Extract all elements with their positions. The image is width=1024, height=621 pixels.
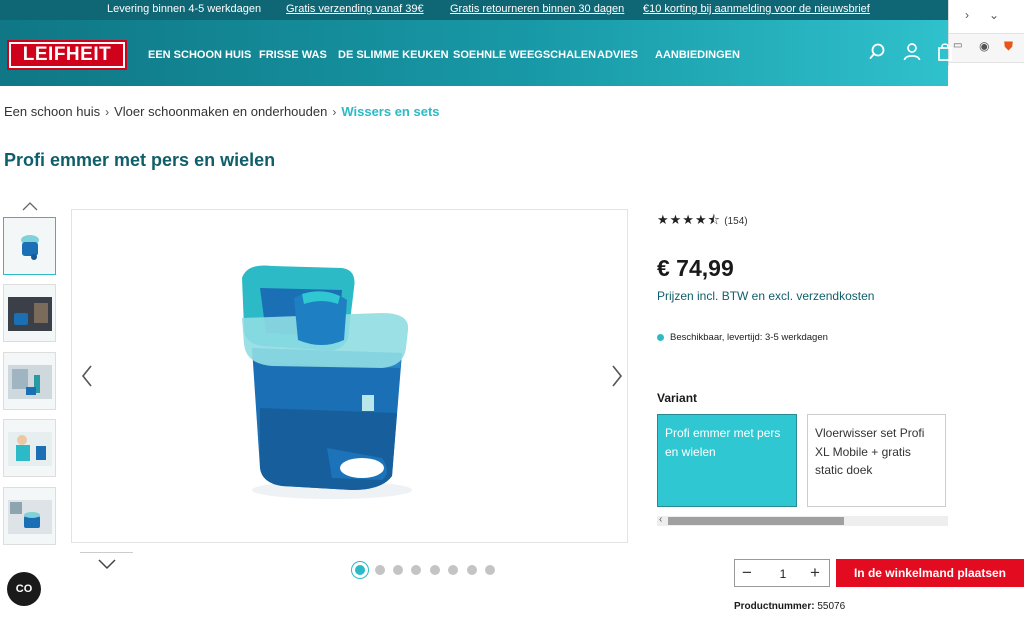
carousel-dot-3[interactable] [393, 565, 403, 575]
availability-status: Beschikbaar, levertijd: 3-5 werkdagen [657, 332, 828, 343]
availability-text: Beschikbaar, levertijd: 3-5 werkdagen [670, 332, 828, 343]
announcement-bar: Levering binnen 4-5 werkdagen Gratis ver… [0, 0, 948, 20]
chevron-right-icon: › [332, 105, 337, 119]
floor-photo-thumbnail [8, 500, 52, 534]
logo-text: LEIFHEIT [11, 44, 123, 66]
sku-label: Productnummer: [734, 601, 815, 612]
product-rating[interactable]: ★★★★⯪ (154) [657, 211, 748, 233]
quantity-decrease-button[interactable]: − [739, 563, 755, 583]
browser-chrome: › ⌄ ▭ ◉ ⛊ [948, 0, 1024, 66]
star-rating-icon: ★★★★⯪ [657, 212, 721, 227]
interior-photo-thumbnail [8, 365, 52, 399]
sku-value: 55076 [817, 601, 846, 612]
profile-icon[interactable]: ◉ [979, 39, 989, 53]
nav-aanbiedingen[interactable]: AANBIEDINGEN [655, 49, 740, 61]
brave-shield-icon[interactable]: ⛊ [1004, 39, 1013, 54]
quantity-increase-button[interactable]: + [807, 563, 823, 583]
account-icon[interactable] [902, 42, 922, 62]
chevron-down-icon[interactable] [97, 558, 117, 570]
breadcrumb-item[interactable]: Een schoon huis [4, 104, 100, 119]
breadcrumb-item[interactable]: Vloer schoonmaken en onderhouden [114, 104, 327, 119]
availability-dot-icon [657, 333, 664, 341]
variant-option[interactable]: Vloerwisser set Profi XL Mobile + gratis… [807, 414, 946, 507]
thumbnail-2[interactable] [3, 284, 56, 342]
rating-count: (154) [724, 216, 748, 227]
breadcrumb: Een schoon huis › Vloer schoonmaken en ond… [4, 104, 440, 119]
thumbnail-1[interactable] [3, 217, 56, 275]
previous-image-arrow-icon[interactable] [80, 364, 94, 388]
variant-option-selected[interactable]: Profi emmer met pers en wielen [657, 414, 797, 507]
chevron-right-icon: › [105, 105, 110, 119]
chevron-right-icon[interactable]: › [965, 8, 969, 22]
carousel-dot-4[interactable] [411, 565, 421, 575]
reader-icon[interactable]: ▭ [953, 40, 962, 51]
product-number: Productnummer: 55076 [734, 601, 845, 612]
breadcrumb-current[interactable]: Wissers en sets [341, 104, 439, 119]
chevron-up-icon[interactable] [21, 200, 39, 212]
carousel-dot-5[interactable] [430, 565, 440, 575]
newsletter-link[interactable]: €10 korting bij aanmelding voor de nieuw… [643, 3, 870, 15]
free-returns-link[interactable]: Gratis retourneren binnen 30 dagen [450, 3, 624, 15]
nav-soehnle-weegschalen[interactable]: SOEHNLE WEEGSCHALEN [453, 49, 596, 61]
variant-label: Variant [657, 391, 698, 405]
browser-toolbar: ▭ ◉ ⛊ [949, 33, 1024, 63]
cart-icon[interactable] [934, 42, 954, 62]
leifheit-logo[interactable]: LEIFHEIT [7, 40, 127, 70]
price-note: Prijzen incl. BTW en excl. verzendkosten [657, 289, 875, 303]
scroll-left-arrow-icon[interactable]: ‹ [659, 514, 662, 525]
carousel-dot-6[interactable] [448, 565, 458, 575]
quantity-input[interactable]: 1 [773, 567, 793, 581]
nav-frisse-was[interactable]: FRISSE WAS [259, 49, 327, 61]
room-photo-thumbnail [8, 297, 52, 331]
product-image-viewer[interactable] [71, 209, 628, 543]
carousel-dot-1[interactable] [352, 562, 368, 578]
page-title: Profi emmer met pers en wielen [4, 150, 276, 170]
search-icon[interactable] [869, 42, 889, 62]
thumbnail-3[interactable] [3, 352, 56, 410]
thumbnail-5[interactable] [3, 487, 56, 545]
next-image-arrow-icon[interactable] [610, 364, 624, 388]
carousel-dot-7[interactable] [467, 565, 477, 575]
quantity-stepper: − 1 + [734, 559, 830, 587]
thumbnail-4[interactable] [3, 419, 56, 477]
delivery-info: Levering binnen 4-5 werkdagen [107, 3, 262, 15]
person-cleaning-thumbnail [8, 432, 52, 466]
product-price: € 74,99 [657, 255, 734, 281]
scrollbar-thumb[interactable] [668, 517, 844, 525]
carousel-dot-2[interactable] [375, 565, 385, 575]
bucket-thumbnail-image [21, 235, 39, 260]
free-shipping-link[interactable]: Gratis verzending vanaf 39€ [286, 3, 424, 15]
nav-de-slimme-keuken[interactable]: DE SLIMME KEUKEN [338, 49, 449, 61]
chat-widget-button[interactable]: CO [7, 572, 41, 606]
bucket-product-image [242, 265, 412, 499]
chevron-down-icon[interactable]: ⌄ [989, 8, 999, 22]
nav-een-schoon-huis[interactable]: EEN SCHOON HUIS [148, 49, 251, 61]
nav-advies[interactable]: ADVIES [597, 49, 638, 61]
variant-scrollbar[interactable]: ‹ [657, 514, 948, 526]
add-to-cart-button[interactable]: In de winkelmand plaatsen [836, 559, 1024, 587]
thumbnail-divider [80, 552, 133, 553]
browser-tab-strip: › ⌄ [949, 0, 1024, 32]
main-header: LEIFHEIT EEN SCHOON HUIS FRISSE WAS DE S… [0, 20, 952, 86]
carousel-dot-8[interactable] [485, 565, 495, 575]
